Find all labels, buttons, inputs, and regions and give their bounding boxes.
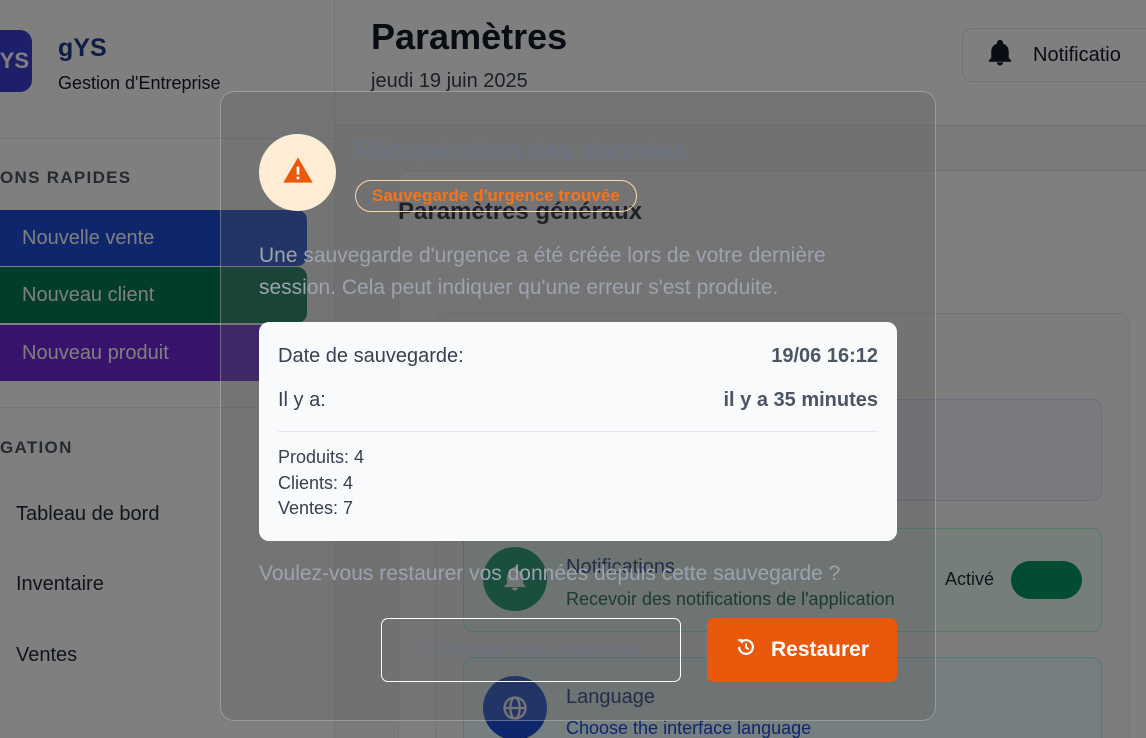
warning-badge — [259, 134, 336, 211]
backup-age-label: Il y a: — [278, 389, 326, 411]
restore-question: Voulez-vous restaurer vos données depuis… — [259, 562, 841, 585]
continue-button-label: Continuer sans restaurer — [420, 638, 642, 661]
stat-sales: Ventes: 7 — [278, 498, 354, 518]
backup-date-label: Date de sauvegarde: — [278, 345, 464, 367]
backup-info-card: Date de sauvegarde: 19/06 16:12 Il y a: … — [259, 322, 897, 541]
backup-date-value: 19/06 16:12 — [771, 345, 878, 367]
continue-without-restore-button[interactable]: Continuer sans restaurer — [381, 618, 681, 682]
backup-age-value: il y a 35 minutes — [723, 389, 878, 411]
restore-button-label: Restaurer — [770, 638, 870, 661]
warning-icon — [282, 156, 314, 189]
dialog-title: Récupération des données — [355, 135, 688, 165]
dialog-description: Une sauvegarde d'urgence a été créée lor… — [259, 244, 826, 299]
divider — [278, 431, 878, 432]
backup-date-row: Date de sauvegarde: 19/06 16:12 — [278, 345, 878, 368]
backup-age-row: Il y a: il y a 35 minutes — [278, 389, 878, 412]
history-icon — [735, 636, 757, 664]
restore-button[interactable]: Restaurer — [707, 618, 897, 682]
stat-products: Produits: 4 — [278, 447, 365, 467]
status-badge: Sauvegarde d'urgence trouvée — [355, 180, 637, 212]
stat-clients: Clients: 4 — [278, 473, 354, 493]
